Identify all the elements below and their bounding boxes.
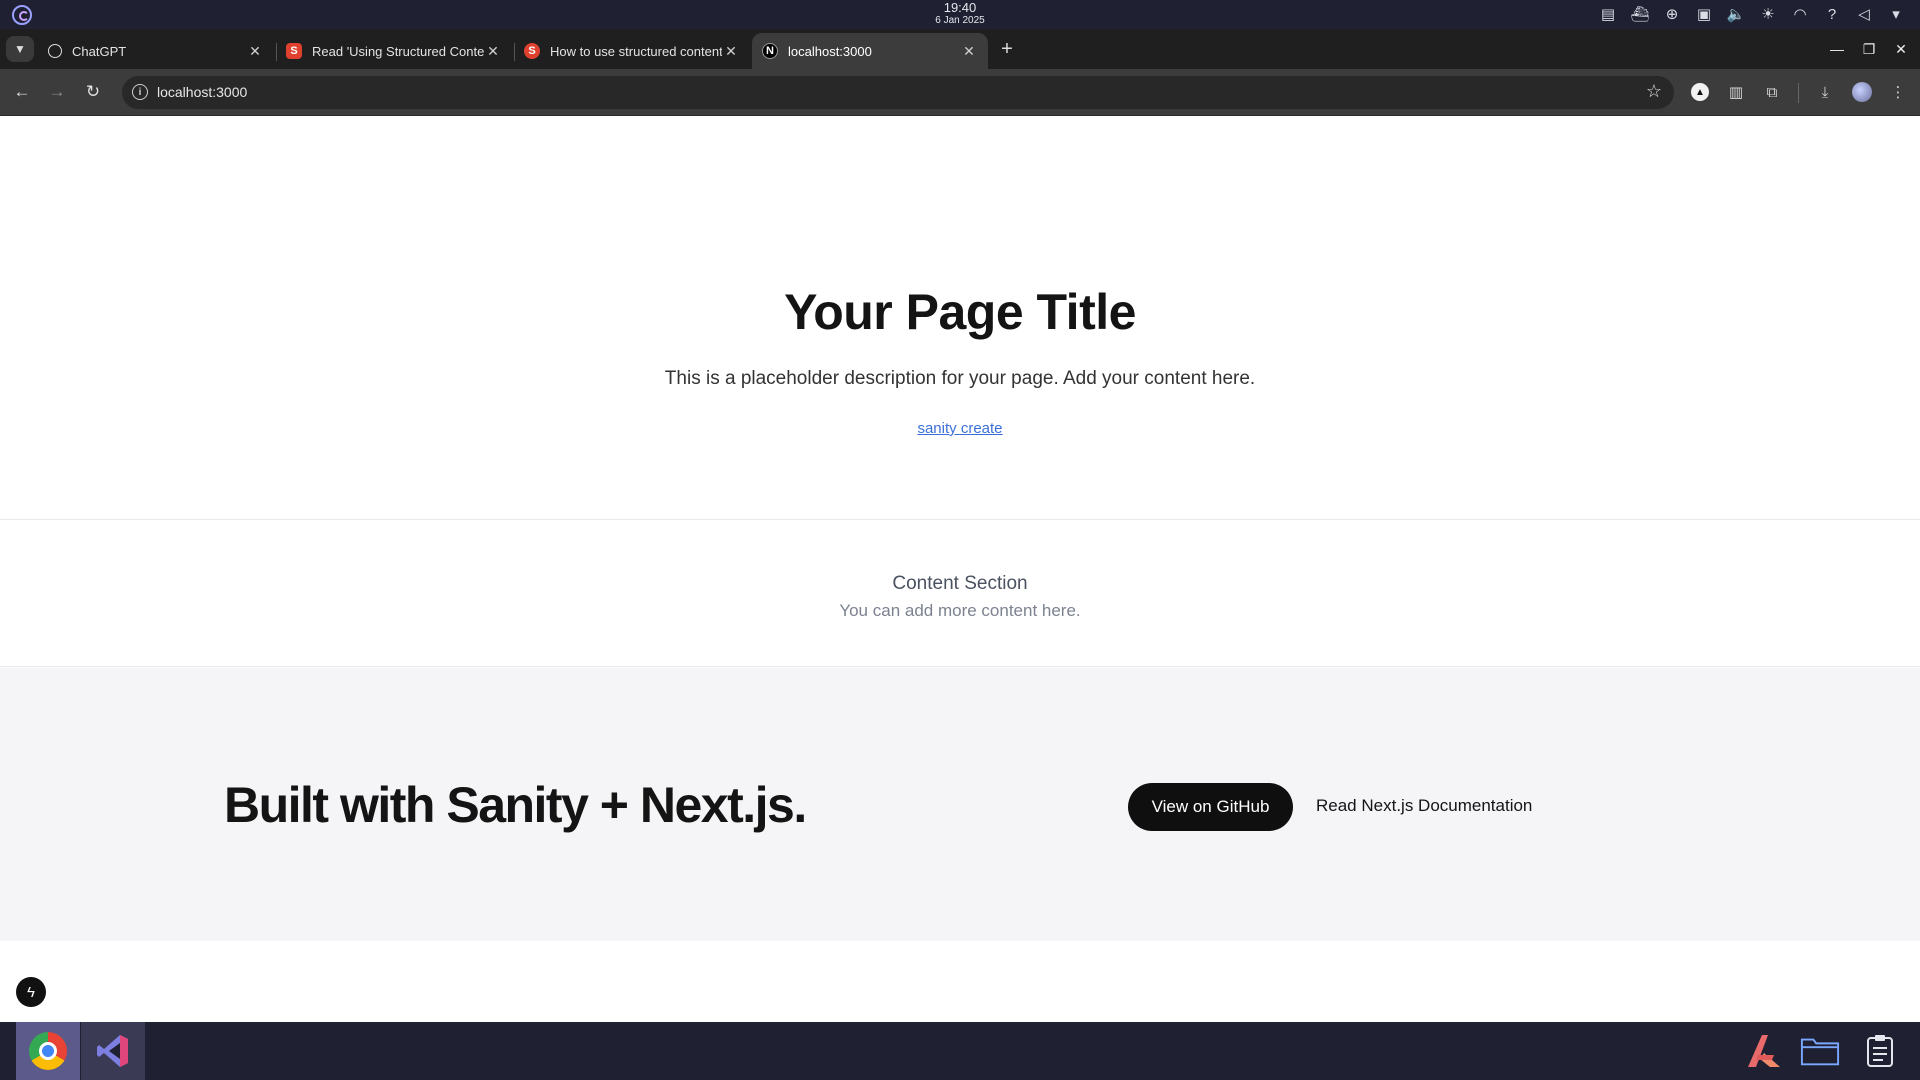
- taskbar-files[interactable]: [1800, 1033, 1840, 1069]
- system-clock[interactable]: 19:40 6 Jan 2025: [900, 1, 1020, 26]
- forward-button[interactable]: →: [44, 79, 70, 105]
- taskbar-vscode[interactable]: [81, 1022, 145, 1080]
- new-tab-button[interactable]: +: [994, 36, 1020, 62]
- sanity-create-link[interactable]: sanity create: [0, 420, 1920, 437]
- browser-toolbar: ← → ↻ i localhost:3000 ☆ ▲ ▥ ⧉ ⤓ ⋮: [0, 69, 1920, 116]
- sanity-icon: S: [524, 43, 540, 59]
- page-description: This is a placeholder description for yo…: [664, 368, 1256, 389]
- menu-chevron-icon[interactable]: ▾: [1886, 4, 1906, 24]
- notes-icon[interactable]: ▤: [1598, 4, 1618, 24]
- back-button[interactable]: ←: [9, 79, 35, 105]
- chrome-icon: [29, 1032, 67, 1070]
- nextjs-icon: N: [762, 43, 778, 59]
- angular-icon: [1748, 1035, 1780, 1067]
- system-tray: ▤ ⛴ ⊕ ▣ 🔈 ☀ ◠ ? ◁ ▾: [1598, 4, 1906, 24]
- content-heading: Content Section: [892, 573, 1028, 594]
- arrow-right-icon: →: [48, 82, 66, 101]
- reload-button[interactable]: ↻: [80, 79, 106, 105]
- tab-chatgpt[interactable]: ChatGPT ✕: [38, 33, 274, 69]
- taskbar-angular-app[interactable]: [1744, 1033, 1784, 1069]
- docker-icon[interactable]: ⛴: [1630, 4, 1650, 24]
- content-section: Content Section You can add more content…: [0, 521, 1920, 667]
- wifi-icon[interactable]: ◠: [1790, 4, 1810, 24]
- close-icon: ✕: [1895, 40, 1907, 57]
- lightning-icon: ϟ: [27, 983, 35, 1001]
- browser-tab-strip: ▼ ChatGPT ✕ S Read 'Using Structured Con…: [0, 29, 1920, 69]
- minimize-icon: —: [1830, 41, 1844, 57]
- close-icon[interactable]: ✕: [722, 42, 740, 60]
- toolbar-divider: [1798, 83, 1799, 103]
- close-icon[interactable]: ✕: [960, 42, 978, 60]
- update-icon[interactable]: ⊕: [1662, 4, 1682, 24]
- web-page: Your Page Title This is a placeholder de…: [0, 117, 1920, 1022]
- restore-icon: ❐: [1862, 40, 1876, 57]
- restore-button[interactable]: ❐: [1856, 36, 1882, 62]
- footer-headline: Built with Sanity + Next.js.: [224, 777, 807, 833]
- chevron-down-icon: ▼: [14, 42, 26, 56]
- close-window-button[interactable]: ✕: [1888, 36, 1914, 62]
- address-bar[interactable]: i localhost:3000 ☆: [122, 76, 1674, 109]
- system-top-bar: 19:40 6 Jan 2025 ▤ ⛴ ⊕ ▣ 🔈 ☀ ◠ ? ◁ ▾: [0, 0, 1920, 29]
- extension-reader-icon[interactable]: ▥: [1724, 80, 1748, 104]
- taskbar: [0, 1022, 1920, 1080]
- plus-icon: +: [1001, 37, 1013, 60]
- clipboard-icon[interactable]: ▣: [1694, 4, 1714, 24]
- footer-section: Built with Sanity + Next.js. View on Git…: [0, 668, 1920, 941]
- close-icon[interactable]: ✕: [246, 42, 264, 60]
- vscode-icon: [97, 1035, 128, 1067]
- page-title: Your Page Title: [784, 284, 1136, 340]
- taskbar-chrome[interactable]: [16, 1022, 80, 1080]
- tab-search-button[interactable]: ▼: [6, 36, 34, 62]
- downloads-icon[interactable]: ⤓: [1813, 80, 1837, 104]
- help-icon[interactable]: ?: [1822, 4, 1842, 24]
- speaker-icon[interactable]: ◁: [1854, 4, 1874, 24]
- brightness-icon[interactable]: ☀: [1758, 4, 1778, 24]
- arrow-left-icon: ←: [13, 82, 31, 101]
- tab-title: localhost:3000: [788, 43, 872, 59]
- menu-kebab-icon[interactable]: ⋮: [1886, 80, 1910, 104]
- view-on-github-button[interactable]: View on GitHub: [1128, 783, 1293, 831]
- nextjs-dev-indicator[interactable]: ϟ: [16, 977, 46, 1007]
- clock-date: 6 Jan 2025: [935, 15, 985, 26]
- tab-title: ChatGPT: [72, 43, 127, 59]
- folder-icon: [1800, 1038, 1840, 1066]
- app-launcher-icon[interactable]: [12, 5, 32, 25]
- profile-avatar[interactable]: [1852, 82, 1872, 102]
- sanity-icon: S: [286, 43, 302, 59]
- bookmark-star-icon[interactable]: ☆: [1646, 81, 1662, 102]
- extensions-puzzle-icon[interactable]: ⧉: [1760, 80, 1784, 104]
- reload-icon: ↻: [85, 82, 101, 101]
- extension-vercel-icon[interactable]: ▲: [1691, 83, 1709, 101]
- minimize-button[interactable]: —: [1824, 36, 1850, 62]
- address-bar-url[interactable]: localhost:3000: [157, 84, 247, 100]
- tab-sanity-howto[interactable]: S How to use structured content ✕: [514, 33, 750, 69]
- content-text: You can add more content here.: [839, 601, 1081, 620]
- tab-title: Read 'Using Structured Content: [312, 43, 484, 59]
- close-icon[interactable]: ✕: [484, 42, 502, 60]
- nextjs-docs-link[interactable]: Read Next.js Documentation: [1316, 796, 1532, 816]
- taskbar-clipboard[interactable]: [1860, 1033, 1900, 1069]
- tab-localhost[interactable]: N localhost:3000 ✕: [752, 33, 988, 69]
- tab-sanity-read[interactable]: S Read 'Using Structured Content ✕: [276, 33, 512, 69]
- clipboard-icon: [1867, 1035, 1893, 1067]
- site-info-icon[interactable]: i: [132, 84, 148, 100]
- hero-section: Your Page Title This is a placeholder de…: [0, 117, 1920, 520]
- chatgpt-icon: [48, 44, 62, 58]
- clock-time: 19:40: [943, 0, 977, 15]
- tab-title: How to use structured content: [550, 43, 722, 59]
- volume-icon[interactable]: 🔈: [1726, 4, 1746, 24]
